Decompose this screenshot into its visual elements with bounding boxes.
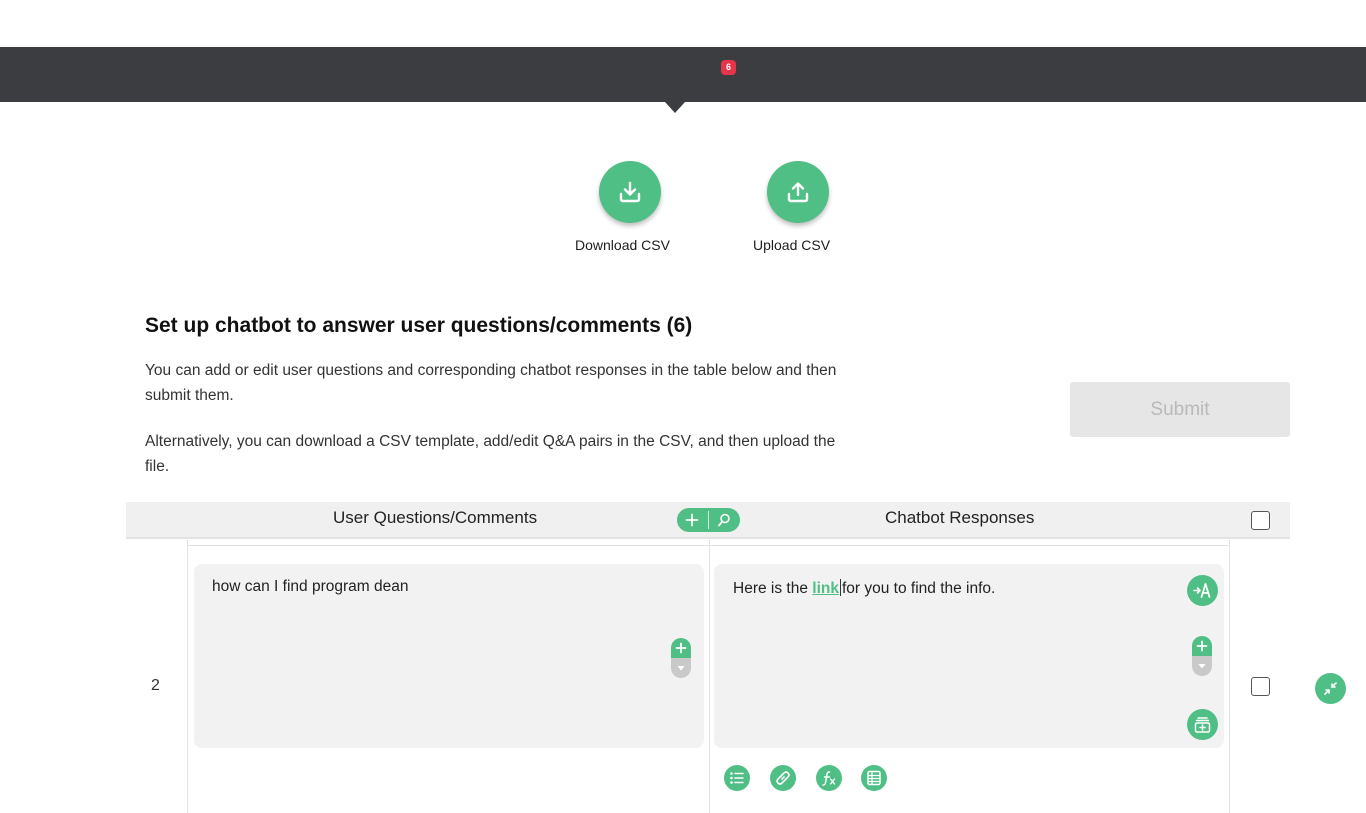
- column-header-responses: Chatbot Responses: [885, 508, 1035, 527]
- active-tab-indicator: [665, 102, 685, 113]
- stepper-up-button[interactable]: [1192, 636, 1212, 656]
- response-link[interactable]: link: [812, 580, 839, 597]
- row-divider: [709, 540, 710, 813]
- tab-chatbot-settings[interactable]: CHATBOT SETTINGS: [1066, 0, 1209, 55]
- link-icon: [776, 771, 790, 785]
- question-stepper[interactable]: [671, 638, 691, 678]
- formula-icon: [822, 771, 836, 786]
- intro-paragraph-2: Alternatively, you can download a CSV te…: [145, 433, 836, 475]
- list-icon: [730, 772, 744, 784]
- upload-csv-label[interactable]: Upload CSV: [753, 237, 830, 253]
- stepper-up-button[interactable]: [671, 638, 691, 658]
- submit-button[interactable]: Submit: [1070, 382, 1290, 437]
- download-icon: [619, 181, 641, 203]
- arrow-to-answer-icon: [1193, 583, 1211, 598]
- download-csv-button[interactable]: [599, 161, 661, 223]
- collapse-row-button[interactable]: [1315, 673, 1346, 704]
- download-csv-label[interactable]: Download CSV: [575, 237, 670, 253]
- add-question-button[interactable]: [677, 508, 708, 532]
- tab-qa-board[interactable]: Q&A BOARD: [622, 0, 710, 55]
- insert-link-button[interactable]: [770, 765, 796, 791]
- add-icon: [685, 513, 699, 527]
- stepper-down-button[interactable]: [1192, 656, 1212, 676]
- insert-table-button[interactable]: [861, 765, 887, 791]
- insert-formula-button[interactable]: [816, 765, 842, 791]
- stepper-down-button[interactable]: [671, 658, 691, 678]
- plus-icon: [1196, 640, 1208, 652]
- table-icon: [867, 770, 881, 786]
- insert-list-button[interactable]: [724, 765, 750, 791]
- add-response-variant-button[interactable]: [1187, 709, 1218, 740]
- row-divider: [1229, 540, 1230, 813]
- triangle-down-icon: [677, 666, 685, 671]
- response-text-before: Here is the: [733, 580, 813, 597]
- top-nav: [0, 47, 1366, 102]
- row-top-border: [187, 545, 1229, 546]
- response-text-after: for you to find the info.: [841, 580, 996, 597]
- intro-paragraph-1: You can add or edit user questions and c…: [145, 362, 837, 404]
- row-divider: [187, 540, 188, 813]
- stack-add-icon: [1194, 717, 1211, 733]
- triangle-down-icon: [1198, 664, 1206, 669]
- column-header-questions: User Questions/Comments: [333, 508, 538, 527]
- select-all-checkbox[interactable]: [1251, 511, 1270, 530]
- response-text[interactable]: Here is the link for you to find the info…: [733, 579, 995, 598]
- page-title: Set up chatbot to answer user questions/…: [145, 314, 693, 337]
- response-stepper[interactable]: [1192, 636, 1212, 676]
- plus-icon: [675, 642, 687, 654]
- row-checkbox[interactable]: [1251, 677, 1270, 696]
- text-cursor: [839, 579, 841, 596]
- go-to-answer-button[interactable]: [1187, 575, 1218, 606]
- upload-csv-button[interactable]: [767, 161, 829, 223]
- qa-board-badge: 6: [721, 60, 736, 75]
- search-icon: [718, 513, 730, 527]
- search-questions-button[interactable]: [709, 508, 740, 532]
- row-number: 2: [151, 677, 160, 694]
- header-actions-pill: [677, 508, 740, 532]
- question-text[interactable]: how can I find program dean: [212, 578, 408, 596]
- tab-main-chat-flow[interactable]: MAIN CHAT FLOW: [145, 0, 268, 55]
- upload-icon: [787, 182, 809, 203]
- collapse-icon: [1324, 682, 1337, 695]
